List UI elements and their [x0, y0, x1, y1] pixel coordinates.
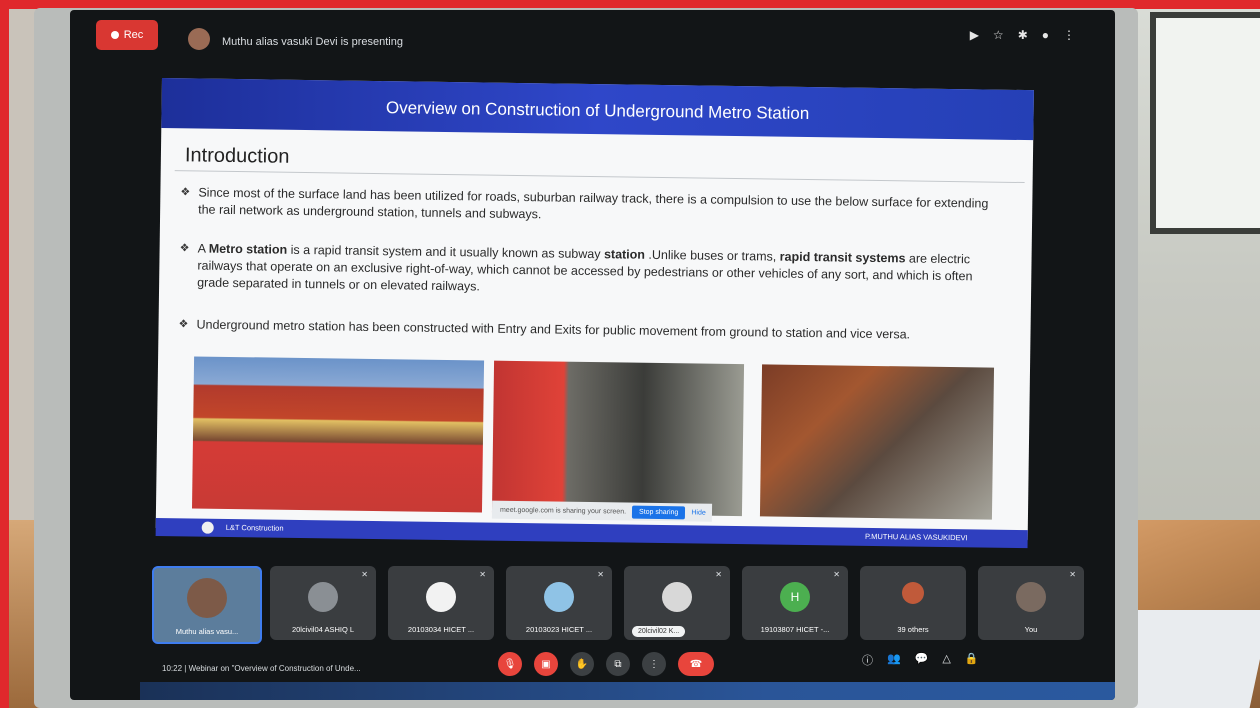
extension-icon[interactable]: ✱	[1018, 28, 1028, 42]
participant-name: 39 others	[897, 625, 929, 634]
bullet-2-mid-2: .Unlike buses or trams,	[644, 247, 780, 264]
meeting-info: 10:22 | Webinar on "Overview of Construc…	[162, 664, 361, 673]
lock-icon[interactable]: 🔒	[965, 652, 979, 668]
record-icon	[110, 31, 119, 39]
tunnel-construction-image	[759, 364, 995, 520]
present-button[interactable]: ⧉	[606, 652, 630, 676]
participant-tile[interactable]: ✕ 20lcivil04 ASHIQ L	[270, 566, 376, 640]
screen-share-bar: meet.google.com is sharing your screen. …	[491, 500, 713, 522]
metro-platform-image	[491, 360, 745, 517]
metro-station-cutaway-image	[191, 356, 485, 513]
participant-avatar	[662, 582, 692, 612]
bullet-1: ❖ Since most of the surface land has bee…	[180, 185, 989, 230]
presenter-avatar	[188, 28, 210, 50]
slide-footer: L&T Construction P.MUTHU ALIAS VASUKIDEV…	[155, 517, 1028, 549]
profile-icon[interactable]: ●	[1042, 28, 1049, 42]
call-controls: 🎙 ▣ ✋ ⧉ ⋮ ☎	[498, 652, 714, 676]
heading-divider	[174, 170, 1025, 184]
stop-sharing-button[interactable]: Stop sharing	[631, 505, 686, 519]
chat-icon[interactable]: 💬	[915, 652, 929, 668]
presenting-text: Muthu alias vasuki Devi is presenting	[222, 36, 403, 48]
mic-toggle-button[interactable]: 🎙	[498, 652, 522, 676]
mic-off-icon: ✕	[597, 570, 604, 579]
participant-name: 20103023 HICET ...	[525, 625, 593, 634]
participant-name-chip: 20lcivil02 K...	[632, 626, 686, 637]
bullet-3: ❖ Underground metro station has been con…	[178, 317, 986, 345]
recording-label: Rec	[123, 29, 144, 41]
lt-logo-icon	[201, 521, 214, 534]
people-icon[interactable]: 👥	[887, 652, 901, 668]
windows-taskbar	[140, 682, 1115, 700]
end-call-button[interactable]: ☎	[678, 652, 714, 676]
participant-name: You	[1024, 625, 1038, 634]
meeting-time: 10:22	[162, 664, 183, 673]
mic-off-icon: ✕	[715, 570, 722, 579]
footer-presenter: P.MUTHU ALIAS VASUKIDEVI	[864, 531, 968, 543]
info-icon[interactable]: ⓘ	[862, 652, 873, 668]
bullet-2-prefix: A	[197, 241, 209, 256]
bullet-2-strong-3: rapid transit systems	[779, 249, 906, 266]
presentation-slide: Overview on Construction of Underground …	[155, 78, 1034, 549]
participant-avatar	[308, 582, 338, 612]
participant-avatar	[544, 582, 574, 612]
others-avatar-stack	[902, 582, 924, 604]
participant-avatar	[1016, 582, 1046, 612]
participant-name: Muthu alias vasu...	[175, 627, 239, 636]
bullet-3-text: Underground metro station has been const…	[196, 317, 911, 342]
participant-tile[interactable]: ✕ You	[978, 566, 1084, 640]
meeting-title: Webinar on "Overview of Construction of …	[188, 664, 361, 673]
mic-off-icon: ✕	[361, 570, 368, 579]
share-message: meet.google.com is sharing your screen.	[499, 506, 627, 516]
footer-company: L&T Construction	[225, 522, 284, 533]
participant-initial-avatar: H	[780, 582, 810, 612]
bullet-diamond-icon: ❖	[179, 242, 190, 255]
participant-avatar	[426, 582, 456, 612]
bullet-1-text: Since most of the surface land has been …	[198, 185, 989, 222]
camera-toggle-button[interactable]: ▣	[534, 652, 558, 676]
participant-tile[interactable]: ✕ 20103023 HICET ...	[506, 566, 612, 640]
recording-badge: Rec	[96, 20, 158, 50]
participant-tile[interactable]: ✕ 20103034 HICET ...	[388, 566, 494, 640]
participant-name: 20lcivil04 ASHIQ L	[291, 625, 355, 634]
monitor-screen: Rec Muthu alias vasuki Devi is presentin…	[70, 10, 1115, 700]
slide-heading: Introduction	[184, 144, 290, 168]
mic-off-icon: ✕	[1069, 570, 1076, 579]
red-border-left	[0, 0, 9, 708]
background-window	[1150, 12, 1260, 234]
star-icon[interactable]: ☆	[993, 28, 1004, 42]
participant-video	[187, 578, 227, 618]
raise-hand-button[interactable]: ✋	[570, 652, 594, 676]
top-right-icons: ▶ ☆ ✱ ● ⋮	[970, 28, 1075, 42]
hide-button[interactable]: Hide	[691, 509, 706, 516]
bullet-2: ❖ A Metro station is a rapid transit sys…	[180, 241, 988, 303]
bullet-diamond-icon: ❖	[180, 186, 191, 199]
participant-tile[interactable]: 39 others	[860, 566, 966, 640]
more-icon[interactable]: ⋮	[1063, 28, 1075, 42]
participant-tile[interactable]: ✕ 20lcivil02 K...	[624, 566, 730, 640]
more-options-button[interactable]: ⋮	[642, 652, 666, 676]
participant-name: 19103807 HICET -...	[760, 625, 830, 634]
bullet-2-strong-2: station	[603, 247, 646, 262]
mic-off-icon: ✕	[479, 570, 486, 579]
side-controls: ⓘ 👥 💬 △ 🔒	[862, 652, 979, 668]
participant-tile[interactable]: ✕ H 19103807 HICET -...	[742, 566, 848, 640]
mic-off-icon: ✕	[833, 570, 840, 579]
participant-name: 20103034 HICET ...	[407, 625, 475, 634]
participant-tile[interactable]: Muthu alias vasu...	[152, 566, 262, 644]
bullet-2-strong-1: Metro station	[208, 241, 288, 257]
bullet-2-mid-1: is a rapid transit system and it usually…	[287, 242, 605, 262]
activities-icon[interactable]: △	[942, 652, 950, 668]
bullet-diamond-icon: ❖	[178, 318, 189, 331]
pin-icon[interactable]: ▶	[970, 28, 979, 42]
participant-tiles: Muthu alias vasu... ✕ 20lcivil04 ASHIQ L…	[152, 566, 1092, 644]
